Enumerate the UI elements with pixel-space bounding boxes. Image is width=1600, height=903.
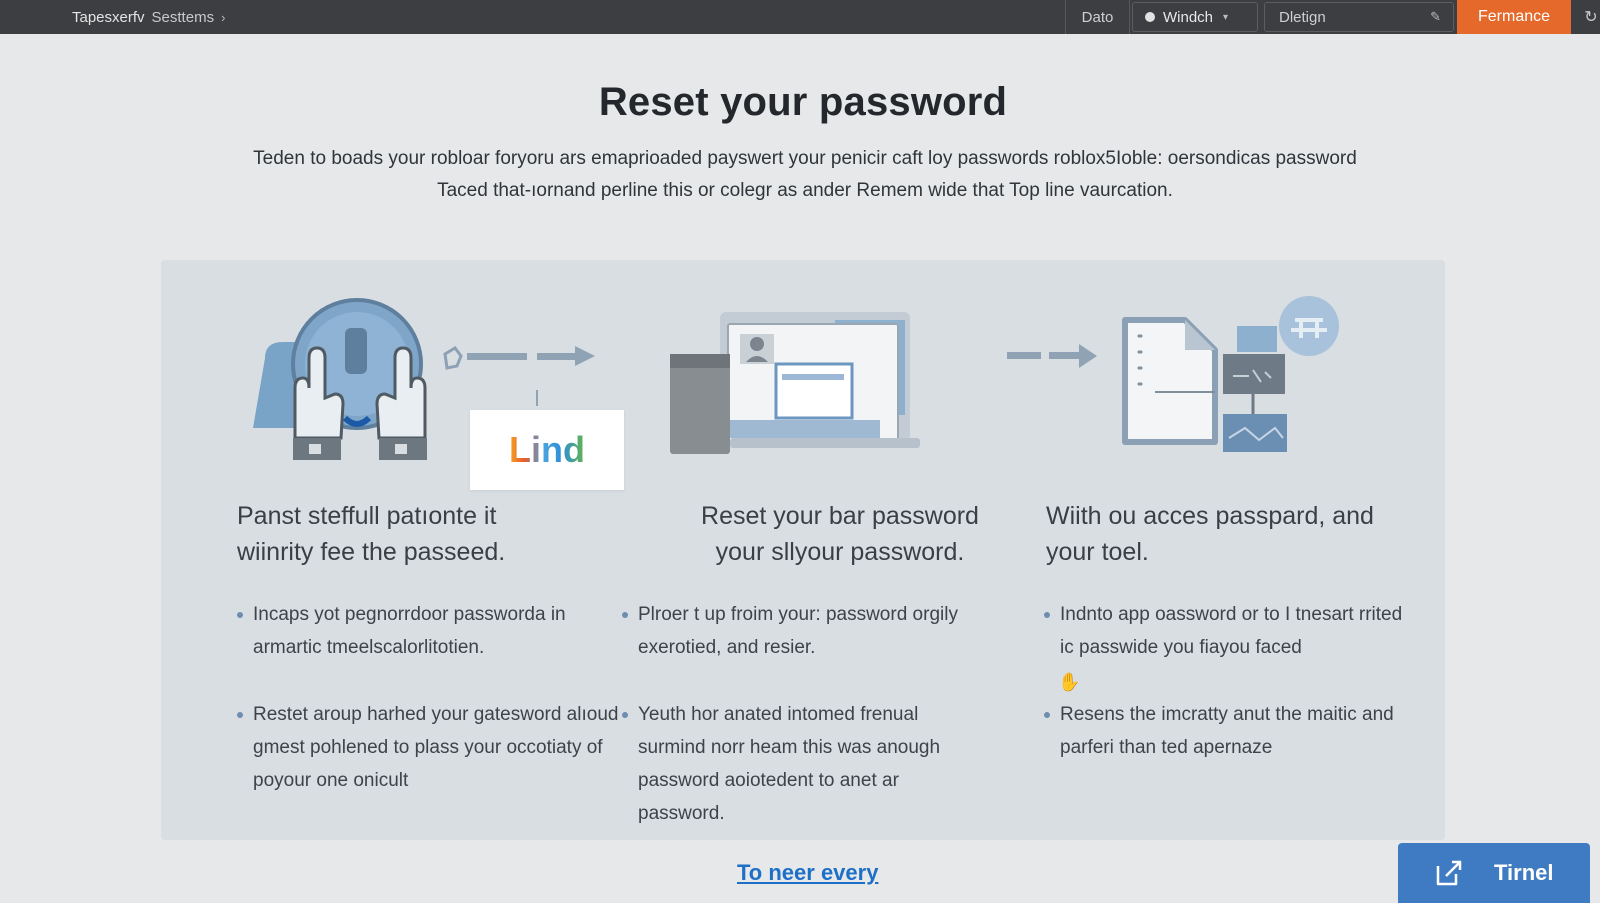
list-item: Plroer t up froim your: password orgily … — [622, 598, 982, 664]
date-label: Dato — [1081, 8, 1114, 26]
chevron-down-icon: ▾ — [1223, 11, 1229, 23]
footer-link[interactable]: To neer every — [737, 860, 878, 886]
step-1-heading: Panst steffull patıonte it wiinrity fee … — [237, 498, 637, 570]
step-2-heading-line-1: Reset your bar password — [701, 502, 979, 530]
step-3-bullets: Indnto app oassword or to I tnesart rrit… — [1044, 598, 1414, 764]
step-1-heading-line-2: wiinrity fee the passeed. — [237, 538, 506, 566]
chip-text: Lind — [509, 429, 585, 470]
top-bar: Tapesxerfv Sesttems › Dato Windch ▾ Dlet… — [0, 0, 1600, 34]
step-1-bullets: Incaps yot pegnorrdoor passworda in arma… — [237, 598, 627, 797]
edit-square-icon — [1436, 860, 1462, 886]
intro-text: Teden to boads your robloar foryoru ars … — [170, 143, 1440, 207]
status-dot-icon — [1145, 12, 1155, 22]
cta-button[interactable]: Fermance — [1457, 0, 1571, 34]
window-dropdown[interactable]: Windch ▾ — [1132, 2, 1258, 32]
refresh-icon[interactable]: ↻ — [1582, 0, 1600, 34]
intro-line-2: Taced that-ıornand perline this or coleg… — [437, 180, 1173, 201]
page-title: Reset your password — [598, 80, 1008, 124]
list-item: Yeuth hor anated intomed frenual surmind… — [622, 698, 982, 830]
floating-button-label: Tirnel — [1494, 860, 1554, 885]
step-3: Wiith ou acces passpard, and your toel. … — [1044, 498, 1436, 758]
pencil-icon[interactable]: ✎ — [1430, 9, 1441, 25]
breadcrumb-root[interactable]: Tapesxerfv — [72, 9, 145, 26]
list-item: Indnto app oassword or to I tnesart rrit… — [1044, 598, 1414, 664]
design-label: Dletign — [1279, 8, 1326, 26]
step-1: Panst steffull patıonte it wiinrity fee … — [237, 498, 637, 791]
step-2-heading: Reset your bar password your sllyour pas… — [660, 498, 1020, 570]
hand-cursor-icon: ✋ — [1058, 672, 1081, 692]
list-item: Resens the imcratty anut the maitic and … — [1044, 698, 1414, 764]
step-3-heading-line-2: your toel. — [1046, 538, 1149, 566]
step-2: Reset your bar password your sllyour pas… — [622, 498, 1020, 824]
chip-label: Lind — [470, 410, 624, 490]
window-label: Windch — [1163, 8, 1214, 26]
step-3-heading-line-1: Wiith ou acces passpard, and — [1046, 502, 1374, 530]
step-3-heading: Wiith ou acces passpard, and your toel. — [1046, 498, 1436, 570]
list-item: Incaps yot pegnorrdoor passworda in arma… — [237, 598, 627, 664]
breadcrumb: Tapesxerfv Sesttems › — [72, 0, 225, 34]
cta-label: Fermance — [1477, 8, 1551, 25]
step-2-bullets: Plroer t up froim your: password orgily … — [622, 598, 982, 830]
devices-illustration — [670, 312, 920, 454]
design-field[interactable]: Dletign ✎ — [1264, 2, 1454, 32]
intro-line-1: Teden to boads your robloar foryoru ars … — [253, 148, 1357, 169]
list-item: Restet aroup harhed your gatesword alıou… — [237, 698, 627, 797]
date-menu[interactable]: Dato — [1065, 0, 1130, 34]
step-1-heading-line-1: Panst steffull patıonte it — [237, 502, 497, 530]
step-2-heading-line-2: your sllyour password. — [715, 538, 965, 566]
document-network-illustration — [1007, 296, 1339, 452]
chevron-right-icon: › — [221, 9, 226, 25]
floating-action-button[interactable]: Tirnel — [1398, 843, 1590, 903]
breadcrumb-current[interactable]: Sesttems — [152, 9, 215, 26]
